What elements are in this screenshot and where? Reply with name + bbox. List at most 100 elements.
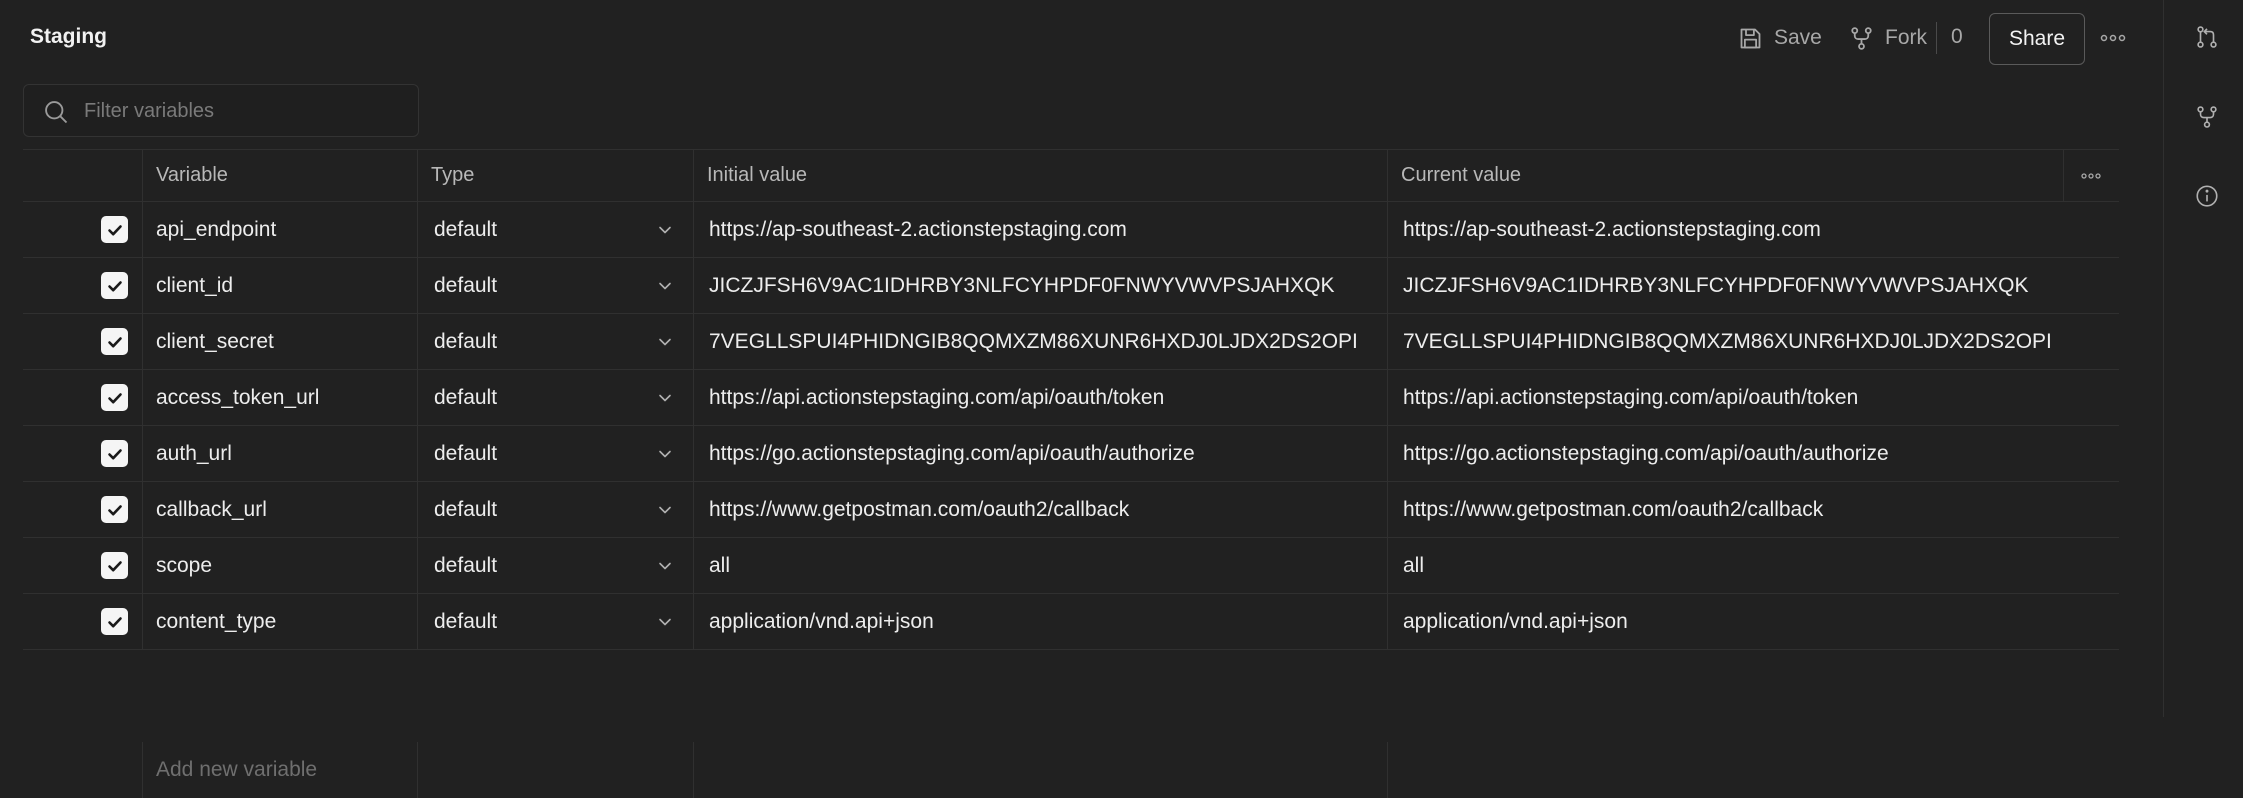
current-value[interactable]: application/vnd.api+json xyxy=(1387,594,2081,649)
table-row: access_token_url default https://api.act… xyxy=(23,370,2119,426)
type-value: default xyxy=(434,553,498,577)
fork-button[interactable]: Fork xyxy=(1848,22,1927,54)
fork-divider xyxy=(1936,22,1937,54)
table-row: client_secret default 7VEGLLSPUI4PHIDNGI… xyxy=(23,314,2119,370)
row-checkbox-cell xyxy=(23,482,142,537)
check-icon xyxy=(107,504,122,515)
more-options-button[interactable] xyxy=(2099,25,2127,51)
type-select[interactable]: default xyxy=(417,202,693,257)
type-select[interactable]: default xyxy=(417,482,693,537)
fork-count[interactable]: 0 xyxy=(1951,25,1963,49)
row-checkbox-cell xyxy=(23,426,142,481)
type-value: default xyxy=(434,273,498,297)
add-new-variable-input[interactable]: Add new variable xyxy=(142,742,417,798)
variable-name[interactable]: client_id xyxy=(142,258,417,313)
current-value[interactable]: JICZJFSH6V9AC1IDHRBY3NLFCYHPDF0FNWYVWVPS… xyxy=(1387,258,2081,313)
current-value[interactable]: 7VEGLLSPUI4PHIDNGIB8QQMXZM86XUNR6HXDJ0LJ… xyxy=(1387,314,2081,369)
row-checkbox[interactable] xyxy=(101,384,128,411)
more-horizontal-icon xyxy=(2081,172,2101,179)
column-options-button[interactable] xyxy=(2063,150,2119,201)
variable-name[interactable]: scope xyxy=(142,538,417,593)
table-row: scope default all all xyxy=(23,538,2119,594)
type-select[interactable]: default xyxy=(417,538,693,593)
variable-name[interactable]: client_secret xyxy=(142,314,417,369)
info-icon xyxy=(2196,185,2218,207)
chevron-down-icon xyxy=(659,394,671,401)
save-label: Save xyxy=(1774,26,1822,49)
initial-value[interactable]: JICZJFSH6V9AC1IDHRBY3NLFCYHPDF0FNWYVWVPS… xyxy=(693,258,1387,313)
add-variable-row: Add new variable xyxy=(23,742,2119,798)
info-button[interactable] xyxy=(2194,183,2220,209)
row-checkbox[interactable] xyxy=(101,440,128,467)
column-header-current-value: Current value xyxy=(1401,164,1522,186)
chevron-down-icon xyxy=(659,562,671,569)
search-icon xyxy=(45,101,68,124)
chevron-down-icon xyxy=(659,226,671,233)
pull-request-icon xyxy=(2197,26,2217,48)
chevron-down-icon xyxy=(659,450,671,457)
type-select[interactable]: default xyxy=(417,594,693,649)
current-value[interactable]: https://ap-southeast-2.actionstepstaging… xyxy=(1387,202,2081,257)
check-icon xyxy=(107,448,122,459)
table-row: callback_url default https://www.getpost… xyxy=(23,482,2119,538)
header-checkbox-cell xyxy=(23,150,142,201)
chevron-down-icon xyxy=(659,338,671,345)
type-select[interactable]: default xyxy=(417,314,693,369)
current-value[interactable]: https://www.getpostman.com/oauth2/callba… xyxy=(1387,482,2081,537)
check-icon xyxy=(107,392,122,403)
column-header-variable: Variable xyxy=(156,164,228,186)
type-value: default xyxy=(434,441,498,465)
chevron-down-icon xyxy=(659,282,671,289)
variable-name[interactable]: access_token_url xyxy=(142,370,417,425)
table-row: api_endpoint default https://ap-southeas… xyxy=(23,202,2119,258)
environment-title[interactable]: Staging xyxy=(30,25,107,49)
type-value: default xyxy=(434,497,498,521)
type-select[interactable]: default xyxy=(417,426,693,481)
more-horizontal-icon xyxy=(2100,34,2126,42)
initial-value[interactable]: https://go.actionstepstaging.com/api/oau… xyxy=(693,426,1387,481)
table-row: auth_url default https://go.actionstepst… xyxy=(23,426,2119,482)
variable-name[interactable]: content_type xyxy=(142,594,417,649)
filter-box xyxy=(23,84,419,137)
row-checkbox[interactable] xyxy=(101,328,128,355)
row-checkbox-cell xyxy=(23,202,142,257)
row-checkbox[interactable] xyxy=(101,216,128,243)
table-header: Variable Type Initial value Current valu… xyxy=(23,149,2119,202)
right-sidebar xyxy=(2163,0,2243,717)
row-checkbox-cell xyxy=(23,370,142,425)
initial-value[interactable]: all xyxy=(693,538,1387,593)
initial-value[interactable]: https://api.actionstepstaging.com/api/oa… xyxy=(693,370,1387,425)
type-value: default xyxy=(434,609,498,633)
row-checkbox-cell xyxy=(23,538,142,593)
initial-value[interactable]: https://www.getpostman.com/oauth2/callba… xyxy=(693,482,1387,537)
share-button[interactable]: Share xyxy=(1989,13,2085,65)
type-value: default xyxy=(434,217,498,241)
type-select[interactable]: default xyxy=(417,370,693,425)
save-icon xyxy=(1740,28,1761,48)
row-checkbox-cell xyxy=(23,594,142,649)
row-checkbox[interactable] xyxy=(101,272,128,299)
pull-request-button[interactable] xyxy=(2194,24,2220,50)
row-checkbox[interactable] xyxy=(101,608,128,635)
column-header-initial-value: Initial value xyxy=(707,164,808,186)
current-value[interactable]: https://api.actionstepstaging.com/api/oa… xyxy=(1387,370,2081,425)
type-value: default xyxy=(434,329,498,353)
initial-value[interactable]: application/vnd.api+json xyxy=(693,594,1387,649)
type-select[interactable]: default xyxy=(417,258,693,313)
row-checkbox[interactable] xyxy=(101,496,128,523)
initial-value[interactable]: 7VEGLLSPUI4PHIDNGIB8QQMXZM86XUNR6HXDJ0LJ… xyxy=(693,314,1387,369)
current-value[interactable]: https://go.actionstepstaging.com/api/oau… xyxy=(1387,426,2081,481)
type-value: default xyxy=(434,385,498,409)
variable-name[interactable]: auth_url xyxy=(142,426,417,481)
chevron-down-icon xyxy=(659,618,671,625)
row-checkbox[interactable] xyxy=(101,552,128,579)
save-button[interactable]: Save xyxy=(1737,22,1822,54)
variable-name[interactable]: api_endpoint xyxy=(142,202,417,257)
current-value[interactable]: all xyxy=(1387,538,2081,593)
variables-table: Variable Type Initial value Current valu… xyxy=(23,149,2119,798)
column-header-type: Type xyxy=(431,164,475,186)
filter-input[interactable] xyxy=(84,95,404,127)
fork-sidebar-button[interactable] xyxy=(2194,104,2220,130)
initial-value[interactable]: https://ap-southeast-2.actionstepstaging… xyxy=(693,202,1387,257)
variable-name[interactable]: callback_url xyxy=(142,482,417,537)
